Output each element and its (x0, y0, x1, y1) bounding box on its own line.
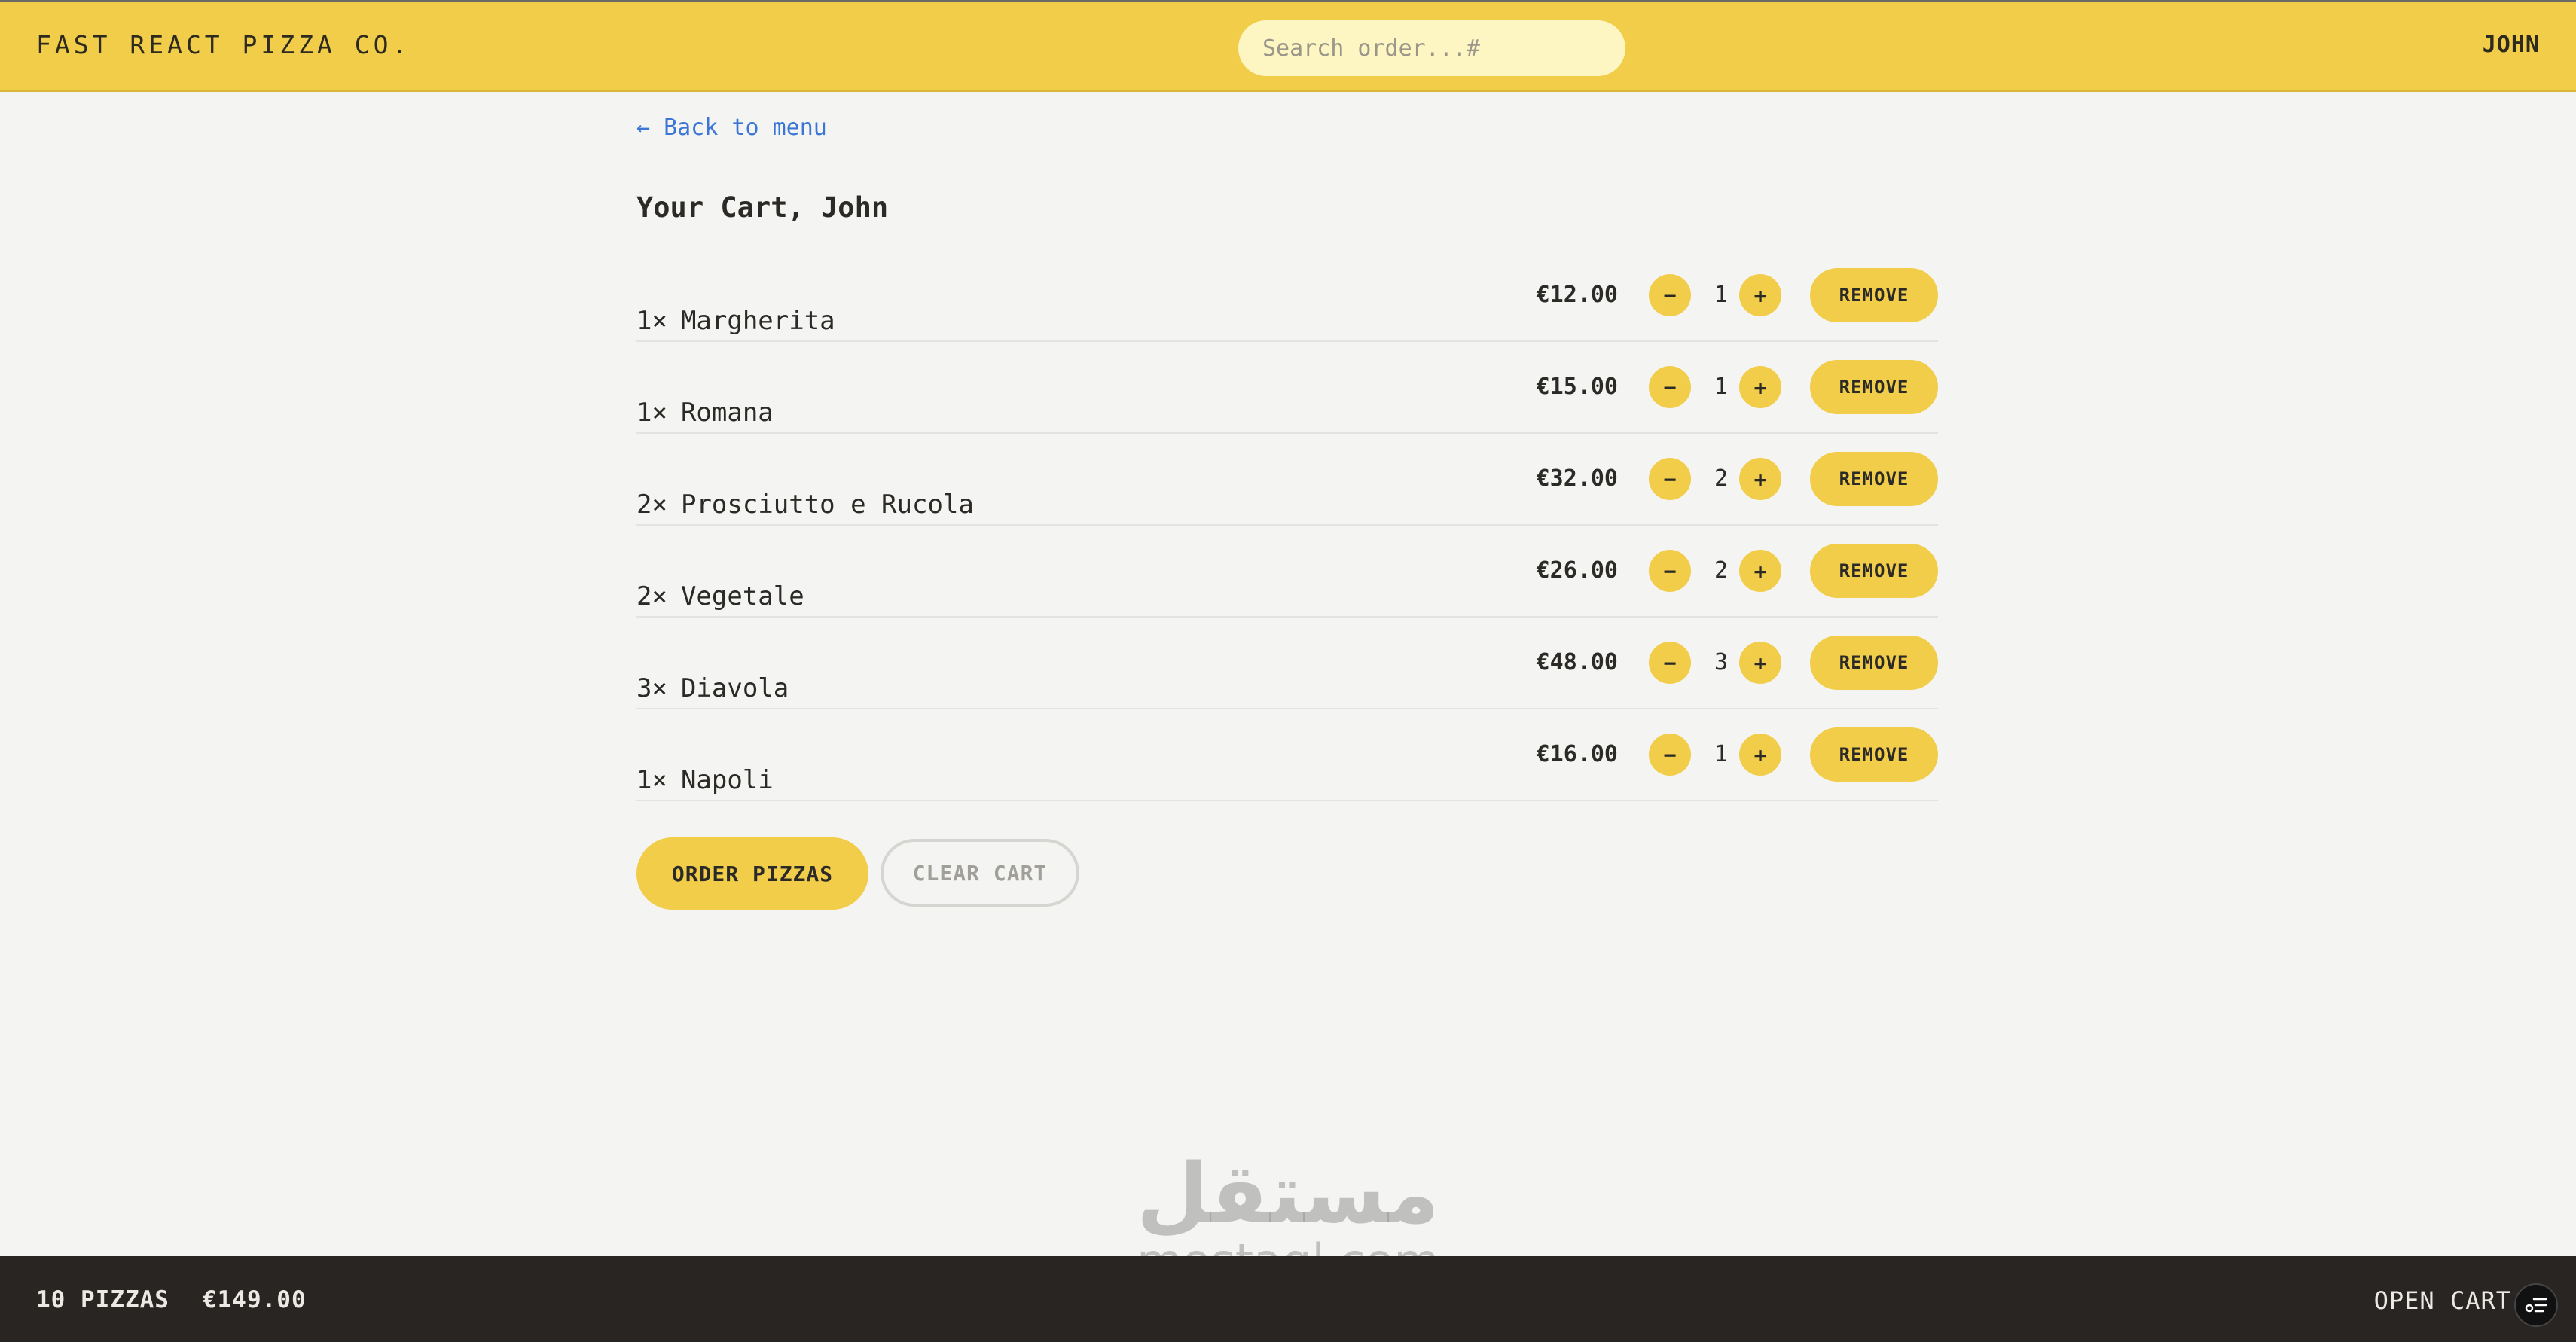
cart-summary: 10 PIZZAS €149.00 (36, 1286, 307, 1313)
cart-item-qty-label: 1× (636, 398, 667, 428)
cart-item-title: 1× Romana (636, 398, 774, 428)
cart-overview-bar: 10 PIZZAS €149.00 OPEN CART (0, 1256, 2576, 1342)
cart-item-name: Vegetale (680, 581, 804, 612)
back-to-menu-link[interactable]: ← Back to menu (636, 114, 827, 141)
cart-item-quantity: 1 (1714, 741, 1729, 767)
clear-cart-button[interactable]: CLEAR CART (881, 839, 1079, 907)
cart-item-qty-label: 3× (636, 673, 667, 703)
search-order-input[interactable] (1238, 20, 1625, 76)
cart-item-name: Diavola (680, 673, 789, 703)
watermark-arabic: مستقل (1136, 1145, 1440, 1242)
cart-item: 2× Vegetale €26.00 − 2 + REMOVE (636, 526, 1938, 618)
cart-item: 1× Margherita €12.00 − 1 + REMOVE (636, 250, 1938, 342)
list-settings-icon (2525, 1298, 2547, 1313)
increase-quantity-button[interactable]: + (1739, 642, 1781, 684)
increase-quantity-button[interactable]: + (1739, 458, 1781, 500)
cart-item: 1× Romana €15.00 − 1 + REMOVE (636, 342, 1938, 434)
cart-item-price: €26.00 (1536, 557, 1618, 584)
remove-item-button[interactable]: REMOVE (1810, 636, 1938, 690)
cart-item-qty-label: 2× (636, 581, 667, 612)
cart-item-quantity: 2 (1714, 465, 1729, 492)
decrease-quantity-button[interactable]: − (1649, 274, 1691, 316)
cart-item-quantity: 1 (1714, 374, 1729, 400)
cart-item: 2× Prosciutto e Rucola €32.00 − 2 + REMOV… (636, 434, 1938, 526)
cart-item-title: 2× Prosciutto e Rucola (636, 490, 974, 520)
remove-item-button[interactable]: REMOVE (1810, 360, 1938, 414)
cart-item-name: Romana (680, 398, 774, 428)
cart-item-qty-label: 1× (636, 306, 667, 336)
decrease-quantity-button[interactable]: − (1649, 734, 1691, 776)
page-title: Your Cart, John (636, 191, 889, 224)
decrease-quantity-button[interactable]: − (1649, 550, 1691, 592)
cart-item-qty-label: 1× (636, 765, 667, 795)
app-logo[interactable]: FAST REACT PIZZA CO. (36, 30, 411, 59)
remove-item-button[interactable]: REMOVE (1810, 544, 1938, 598)
cart-item-qty-label: 2× (636, 490, 667, 520)
cart-item-name: Prosciutto e Rucola (680, 490, 974, 520)
cart-item-price: €15.00 (1536, 374, 1618, 400)
top-header: FAST REACT PIZZA CO. JOHN (0, 0, 2576, 92)
decrease-quantity-button[interactable]: − (1649, 458, 1691, 500)
cart-item-name: Margherita (680, 306, 835, 336)
remove-item-button[interactable]: REMOVE (1810, 727, 1938, 782)
cart-item-quantity: 2 (1714, 557, 1729, 584)
increase-quantity-button[interactable]: + (1739, 734, 1781, 776)
username: JOHN (2482, 32, 2540, 58)
cart-item-title: 3× Diavola (636, 673, 789, 703)
cart-item-title: 1× Margherita (636, 306, 835, 336)
remove-item-button[interactable]: REMOVE (1810, 268, 1938, 322)
menu-list-icon[interactable] (2514, 1283, 2558, 1327)
cart-items-list: 1× Margherita €12.00 − 1 + REMOVE 1× Roman… (636, 250, 1938, 801)
cart-item-title: 2× Vegetale (636, 581, 804, 612)
open-cart-link[interactable]: OPEN CART (2374, 1286, 2511, 1315)
cart-item-price: €48.00 (1536, 649, 1618, 676)
cart-item-quantity: 3 (1714, 649, 1729, 676)
cart-item: 1× Napoli €16.00 − 1 + REMOVE (636, 709, 1938, 801)
cart-total: €149.00 (202, 1286, 307, 1313)
increase-quantity-button[interactable]: + (1739, 366, 1781, 408)
order-pizzas-button[interactable]: ORDER PIZZAS (636, 837, 868, 910)
pizza-count: 10 PIZZAS (36, 1286, 169, 1313)
cart-item-quantity: 1 (1714, 282, 1729, 308)
increase-quantity-button[interactable]: + (1739, 550, 1781, 592)
decrease-quantity-button[interactable]: − (1649, 366, 1691, 408)
cart-item-price: €12.00 (1536, 282, 1618, 308)
cart-item-title: 1× Napoli (636, 765, 774, 795)
cart-item-name: Napoli (680, 765, 774, 795)
remove-item-button[interactable]: REMOVE (1810, 452, 1938, 506)
cart-item-price: €16.00 (1536, 741, 1618, 767)
increase-quantity-button[interactable]: + (1739, 274, 1781, 316)
decrease-quantity-button[interactable]: − (1649, 642, 1691, 684)
cart-item: 3× Diavola €48.00 − 3 + REMOVE (636, 618, 1938, 709)
cart-item-price: €32.00 (1536, 465, 1618, 492)
